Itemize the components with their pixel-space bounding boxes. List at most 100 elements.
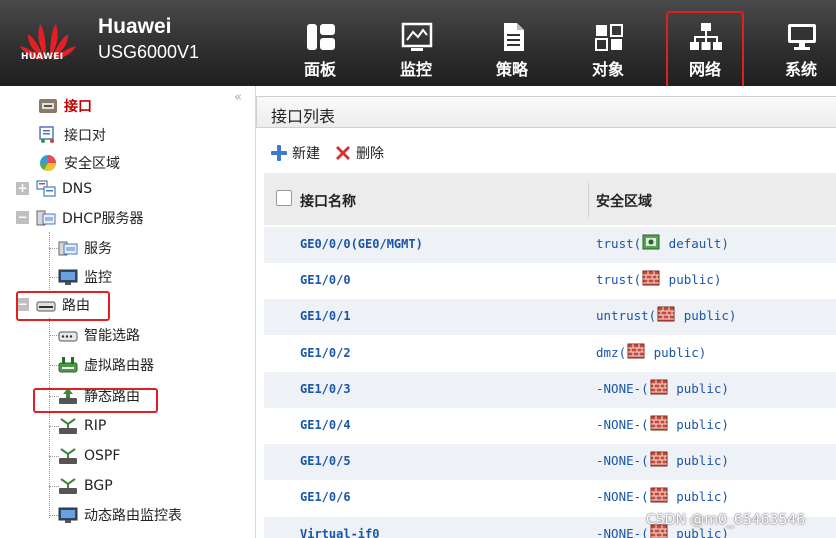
table-row[interactable]: GE0/0/0(GE0/MGMT) trust( default) [264, 227, 836, 263]
nav-policy[interactable]: 策略 [482, 20, 542, 80]
table-row[interactable]: GE1/0/6 -NONE-( public) [264, 480, 836, 516]
vsys-name: public) [668, 380, 729, 396]
vsys-name: public) [668, 417, 729, 432]
network-highlight-box [666, 11, 744, 93]
table-row[interactable]: GE1/0/1 untrust( public) [264, 299, 836, 336]
add-plus-icon [271, 145, 287, 161]
service-icon [58, 241, 78, 256]
sidebar-item-label: 安全区域 [64, 156, 120, 172]
vsys-name: public) [668, 453, 729, 469]
tree-line [49, 232, 50, 290]
sidebar-item-label: 动态路由监控表 [84, 508, 182, 524]
interface-pair-icon [39, 126, 54, 143]
route-highlight-box [16, 291, 110, 321]
table-row[interactable]: GE1/0/0 trust( public) [264, 263, 836, 299]
nav-label: 对象 [591, 60, 624, 79]
collapse-dhcp-toggle[interactable]: − [16, 211, 29, 224]
sidebar-item-rip[interactable]: RIP [58, 415, 106, 437]
sidebar-item-interface-pair[interactable]: 接口对 [38, 124, 106, 146]
watermark: CSDN @m0_65463546 [646, 512, 806, 528]
sidebar-item-dhcp-server[interactable]: DHCP服务器 [36, 207, 144, 229]
sidebar-item-dynamic-route-monitor[interactable]: 动态路由监控表 [58, 504, 182, 526]
interface-name-link[interactable]: GE1/0/4 [300, 418, 351, 432]
security-zone-cell: trust( default) [596, 234, 729, 251]
column-header-zone[interactable]: 安全区域 [596, 191, 652, 211]
table-row[interactable]: GE1/0/3 -NONE-( public) [264, 371, 836, 408]
security-zone-icon [39, 155, 57, 172]
object-icon [595, 24, 623, 51]
smart-route-icon [58, 331, 78, 342]
zone-name: -NONE-( [596, 380, 649, 396]
table-row[interactable]: GE1/0/2 dmz( public) [264, 336, 836, 372]
column-header-name[interactable]: 接口名称 [300, 191, 356, 211]
dashboard-icon [307, 24, 335, 50]
select-all-checkbox[interactable] [276, 190, 292, 206]
interface-name-link[interactable]: GE0/0/0(GE0/MGMT) [300, 237, 423, 251]
delete-x-icon [336, 146, 350, 160]
table-header: 接口名称 安全区域 [264, 173, 836, 225]
security-zone-cell: untrust( public) [596, 306, 736, 324]
sidebar-item-bgp[interactable]: BGP [58, 475, 113, 497]
nav-label: 监控 [399, 60, 432, 79]
monitor-chart-icon [401, 22, 433, 51]
vsys-name: public) [668, 489, 729, 505]
interface-name-link[interactable]: GE1/0/5 [300, 454, 351, 468]
firewall-icon [627, 343, 645, 359]
zone-name: -NONE-( [596, 453, 649, 469]
sidebar-item-virtual-router[interactable]: 虚拟路由器 [58, 354, 154, 376]
interface-name-link[interactable]: GE1/0/3 [300, 382, 351, 396]
sidebar-item-interface[interactable]: 接口 [38, 95, 92, 117]
zone-name: trust( [596, 236, 642, 251]
nav-system[interactable]: 系统 [771, 20, 831, 80]
security-zone-cell: -NONE-( public) [596, 379, 729, 396]
brand: Huawei USG6000V1 [98, 15, 199, 63]
ospf-icon [59, 448, 77, 464]
expand-dns-toggle[interactable]: + [16, 182, 29, 195]
interface-name-link[interactable]: GE1/0/1 [300, 309, 351, 323]
interface-name-link[interactable]: GE1/0/6 [300, 490, 351, 504]
nav-object[interactable]: 对象 [578, 20, 638, 80]
sidebar-item-service[interactable]: 服务 [58, 237, 112, 259]
nav-dashboard[interactable]: 面板 [290, 20, 350, 80]
collapse-sidebar-button[interactable]: « [234, 90, 242, 105]
sidebar-item-smart-route[interactable]: 智能选路 [58, 324, 140, 346]
zone-name: -NONE-( [596, 525, 649, 538]
firewall-icon [650, 415, 668, 431]
sidebar: « + − − 接口 接口对 安全区域 DNS DHCP服务器 服务 监控 路由… [0, 86, 256, 538]
table-row[interactable]: GE1/0/5 -NONE-( public) [264, 444, 836, 481]
sidebar-item-label: 智能选路 [84, 328, 140, 344]
nav-label: 面板 [303, 60, 336, 79]
firewall-icon [642, 270, 660, 286]
interface-name-link[interactable]: GE1/0/0 [300, 273, 351, 287]
delete-button-label: 删除 [356, 146, 384, 162]
zone-name: -NONE-( [596, 417, 649, 432]
sidebar-item-label: 服务 [84, 241, 112, 257]
policy-document-icon [504, 23, 524, 51]
sidebar-item-monitor[interactable]: 监控 [58, 266, 112, 288]
sidebar-item-label: BGP [84, 478, 113, 494]
sidebar-item-security-zone[interactable]: 安全区域 [38, 152, 120, 174]
interface-name-link[interactable]: GE1/0/2 [300, 346, 351, 360]
security-zone-cell: -NONE-( public) [596, 415, 729, 432]
static-route-highlight-box [33, 388, 158, 413]
sidebar-item-dns[interactable]: DNS [36, 178, 92, 200]
new-button-label: 新建 [292, 146, 320, 162]
brand-name: Huawei [98, 15, 172, 38]
column-divider[interactable] [588, 183, 589, 217]
zone-name: -NONE-( [596, 489, 649, 505]
interface-name-link[interactable]: Virtual-if0 [300, 527, 379, 538]
security-zone-cell: -NONE-( public) [596, 451, 729, 469]
delete-button[interactable]: 删除 [334, 143, 384, 163]
dhcp-server-icon [36, 210, 56, 226]
firewall-icon [650, 487, 668, 503]
zone-name: untrust( [596, 308, 657, 324]
bgp-icon [59, 478, 77, 494]
dynamic-route-monitor-icon [58, 507, 78, 523]
nav-monitor[interactable]: 监控 [386, 20, 446, 80]
sidebar-item-label: RIP [84, 418, 107, 434]
rip-icon [59, 418, 77, 434]
table-row[interactable]: GE1/0/4 -NONE-( public) [264, 408, 836, 444]
new-button[interactable]: 新建 [270, 143, 320, 163]
sidebar-item-ospf[interactable]: OSPF [58, 445, 120, 467]
sidebar-item-label: 虚拟路由器 [84, 358, 154, 374]
